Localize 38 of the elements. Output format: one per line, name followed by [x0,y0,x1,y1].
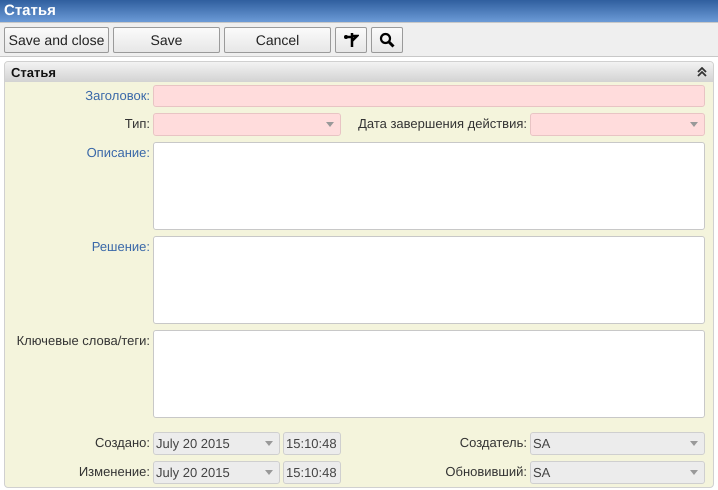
user-field[interactable]: SA [530,461,705,484]
date-field[interactable]: July 20 2015 [153,461,280,484]
toolbar-button[interactable]: Cancel [224,26,331,52]
user-field[interactable]: SA [530,432,705,455]
field-label: Ключевые слова/теги: [16,332,150,350]
caret-icon [265,470,273,475]
collapse-icon[interactable] [697,67,707,77]
toolbar-button[interactable]: Save and close [4,26,109,52]
caret-icon [690,470,698,475]
date-field[interactable]: July 20 2015 [153,432,280,455]
combo-field[interactable] [530,113,705,136]
field-label: Решение: [90,238,150,256]
field-label: Тип: [124,115,150,133]
field-label: Дата завершения действия: [357,115,527,133]
panel-title: Статья [11,64,56,80]
field-label: Заголовок: [84,87,150,105]
search-icon [379,32,395,48]
text-area[interactable] [153,330,705,418]
time-field[interactable]: 15:10:48 [283,461,341,484]
text-field[interactable] [153,85,705,107]
time-field[interactable]: 15:10:48 [283,432,341,455]
caret-icon [690,122,698,127]
toolbar-button[interactable]: Save [113,26,220,52]
text-area[interactable] [153,236,705,324]
field-label: Изменение: [78,463,150,481]
caret-icon [326,122,334,127]
text-area[interactable] [153,142,705,230]
pin-icon [343,32,359,48]
field-label: Описание: [86,144,150,162]
field-label: Создатель: [458,434,527,452]
combo-field[interactable] [153,113,341,136]
search-button[interactable] [371,26,403,52]
caret-icon [690,441,698,446]
window-title: Статья [0,0,718,22]
field-label: Обновивший: [444,463,527,481]
field-label: Создано: [94,434,150,452]
caret-icon [265,441,273,446]
pin-button[interactable] [335,26,367,52]
